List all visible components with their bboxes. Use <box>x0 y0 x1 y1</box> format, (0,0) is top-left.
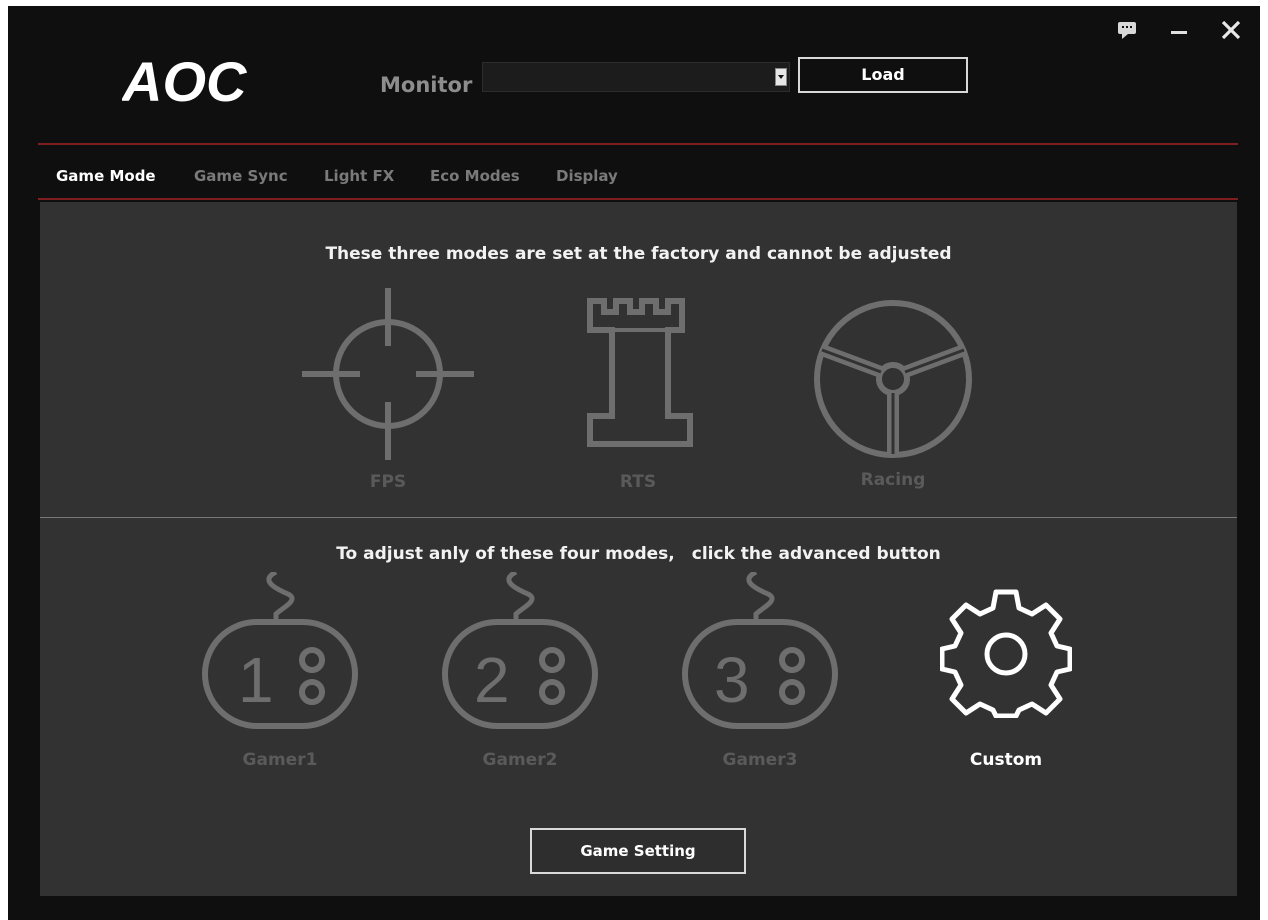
gear-icon <box>940 589 1072 718</box>
mode-label-custom: Custom <box>969 750 1043 770</box>
mode-label-racing: Racing <box>860 470 926 490</box>
mode-fps[interactable]: FPS <box>300 286 476 496</box>
rook-tower-icon <box>587 298 693 447</box>
window-controls <box>1112 18 1252 42</box>
tab-light-fx[interactable]: Light FX <box>324 164 394 188</box>
mode-label-gamer3: Gamer3 <box>722 750 798 770</box>
factory-heading: These three modes are set at the factory… <box>325 244 952 264</box>
svg-text:1: 1 <box>238 644 274 716</box>
tab-game-mode[interactable]: Game Mode <box>56 164 156 188</box>
feedback-icon[interactable] <box>1114 18 1140 42</box>
mode-label-gamer2: Gamer2 <box>482 750 558 770</box>
minimize-icon[interactable] <box>1166 18 1192 42</box>
tabs-divider <box>38 198 1238 200</box>
app-window: AOC Monitor Load Game Mode Game Sync Lig… <box>8 6 1260 920</box>
mode-rts[interactable]: RTS <box>576 292 700 498</box>
chevron-down-icon[interactable] <box>775 68 787 86</box>
steering-wheel-icon <box>814 300 972 458</box>
section-divider <box>40 517 1237 518</box>
header-divider <box>38 143 1238 145</box>
crosshair-icon <box>302 288 474 460</box>
gamepad-3-icon: 3 <box>682 572 838 729</box>
game-mode-panel: These three modes are set at the factory… <box>40 202 1237 896</box>
adjustable-heading: To adjust anly of these four modes, clic… <box>336 544 941 564</box>
svg-text:AOC: AOC <box>122 54 248 110</box>
gamepad-1-icon: 1 <box>202 572 358 729</box>
close-icon[interactable] <box>1218 18 1244 42</box>
mode-gamer3[interactable]: 3 Gamer3 <box>680 572 840 782</box>
gamepad-2-icon: 2 <box>442 572 598 729</box>
mode-racing[interactable]: Racing <box>810 292 976 502</box>
mode-label-gamer1: Gamer1 <box>242 750 318 770</box>
aoc-logo: AOC <box>122 54 248 110</box>
monitor-label: Monitor <box>380 73 473 97</box>
mode-label-fps: FPS <box>369 472 407 492</box>
game-setting-button[interactable]: Game Setting <box>530 828 746 874</box>
mode-gamer1[interactable]: 1 Gamer1 <box>200 572 360 782</box>
mode-custom[interactable]: Custom <box>930 586 1082 786</box>
svg-text:2: 2 <box>474 644 510 716</box>
mode-label-rts: RTS <box>619 472 657 492</box>
svg-text:3: 3 <box>714 644 750 716</box>
monitor-select[interactable] <box>482 62 790 92</box>
mode-gamer2[interactable]: 2 Gamer2 <box>440 572 600 782</box>
tab-game-sync[interactable]: Game Sync <box>194 164 288 188</box>
load-button[interactable]: Load <box>798 57 968 93</box>
tab-eco-modes[interactable]: Eco Modes <box>430 164 520 188</box>
tab-display[interactable]: Display <box>556 164 618 188</box>
